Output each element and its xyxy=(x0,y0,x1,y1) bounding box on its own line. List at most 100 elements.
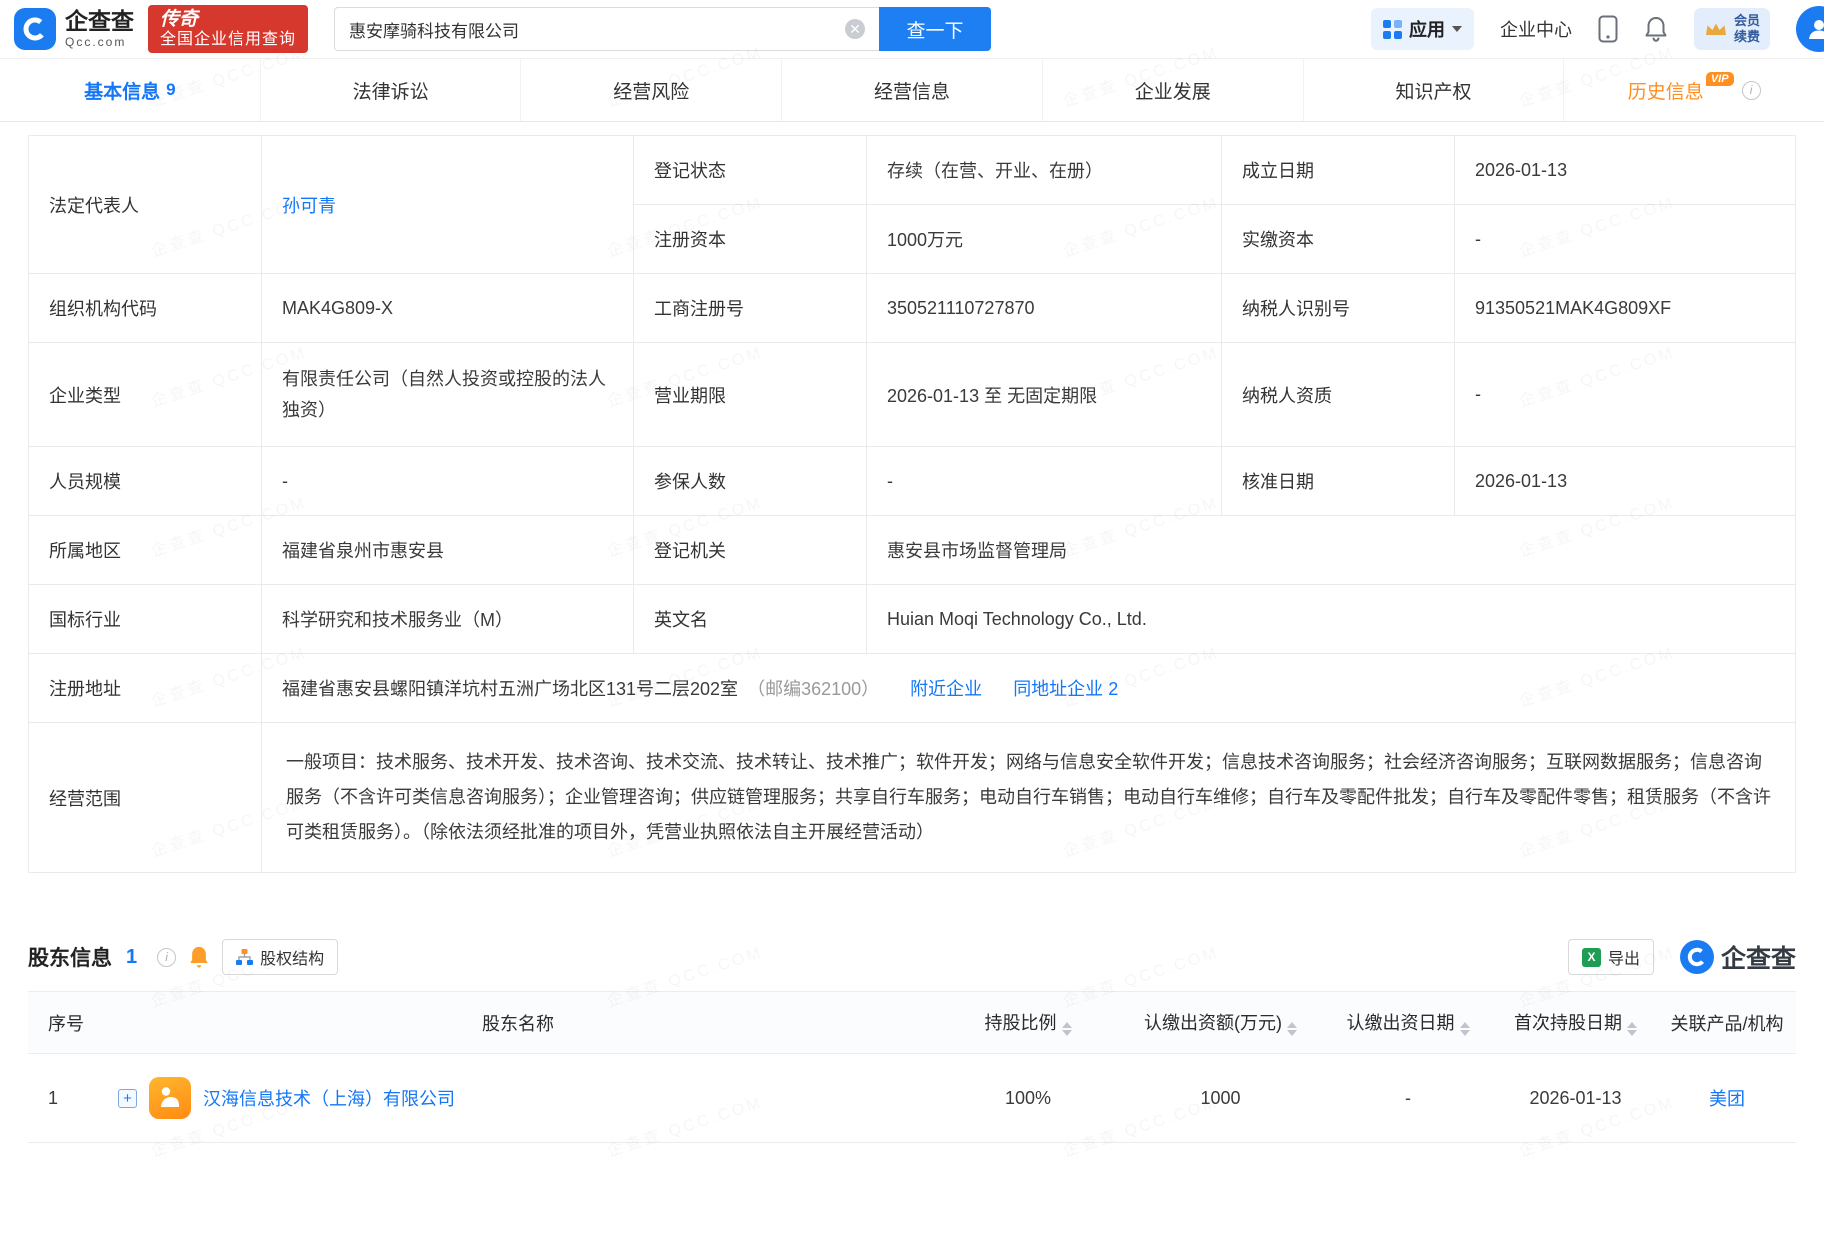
col-ratio[interactable]: 持股比例 xyxy=(938,992,1118,1054)
address-value: 福建省惠安县螺阳镇洋坑村五洲广场北区131号二层202室 （邮编362100） … xyxy=(262,654,1796,723)
table-row: 所属地区 福建省泉州市惠安县 登记机关 惠安县市场监督管理局 xyxy=(29,516,1796,585)
equity-structure-button[interactable]: 股权结构 xyxy=(222,939,338,975)
tab-basic-info-count: 9 xyxy=(166,80,175,100)
col-shareholder-name: 股东名称 xyxy=(98,992,938,1054)
shareholders-count: 1 xyxy=(126,946,137,969)
legal-rep-label: 法定代表人 xyxy=(29,136,262,274)
sort-icon[interactable] xyxy=(1627,1022,1637,1036)
table-row: 组织机构代码 MAK4G809-X 工商注册号 350521110727870 … xyxy=(29,274,1796,343)
english-name-value: Huian Moqi Technology Co., Ltd. xyxy=(867,585,1796,654)
org-code-label: 组织机构代码 xyxy=(29,274,262,343)
equity-structure-label: 股权结构 xyxy=(260,945,324,969)
excel-icon: X xyxy=(1582,948,1601,967)
shareholders-info-icon[interactable]: i xyxy=(157,948,176,967)
reg-status-label: 登记状态 xyxy=(634,136,867,205)
apps-menu[interactable]: 应用 xyxy=(1371,8,1474,50)
reg-capital-label: 注册资本 xyxy=(634,205,867,274)
vip-renew-button[interactable]: 会员 续费 xyxy=(1694,8,1770,49)
biz-reg-no-value: 350521110727870 xyxy=(867,274,1222,343)
taxpayer-id-value: 91350521MAK4G809XF xyxy=(1455,274,1796,343)
enterprise-center-link[interactable]: 企业中心 xyxy=(1500,16,1572,42)
qcc-watermark-logo: 企查查 xyxy=(1680,939,1796,975)
tab-operation-risk[interactable]: 经营风险 xyxy=(520,59,781,121)
tab-basic-info[interactable]: 基本信息 9 xyxy=(0,59,260,121)
tab-legal-litigation[interactable]: 法律诉讼 xyxy=(260,59,521,121)
export-label: 导出 xyxy=(1608,945,1640,969)
biz-reg-no-label: 工商注册号 xyxy=(634,274,867,343)
shareholders-table: 序号 股东名称 持股比例 认缴出资额(万元) 认缴出资日期 首次持股日期 关联产… xyxy=(28,991,1796,1143)
company-type-value: 有限责任公司（自然人投资或控股的法人独资） xyxy=(262,343,634,447)
qcc-logo-icon xyxy=(14,8,56,50)
taxpayer-id-label: 纳税人识别号 xyxy=(1222,274,1455,343)
reg-capital-value: 1000万元 xyxy=(867,205,1222,274)
shareholder-name-link[interactable]: 汉海信息技术（上海）有限公司 xyxy=(203,1085,455,1111)
expand-row-icon[interactable]: + xyxy=(118,1089,137,1108)
history-info-icon[interactable]: i xyxy=(1742,81,1761,100)
clear-search-icon[interactable]: ✕ xyxy=(845,19,865,39)
insured-count-value: - xyxy=(867,447,1222,516)
paid-capital-value: - xyxy=(1455,205,1796,274)
table-row: 法定代表人 孙可青 登记状态 存续（在营、开业、在册） 成立日期 2026-01… xyxy=(29,136,1796,205)
biz-scope-value: 一般项目：技术服务、技术开发、技术咨询、技术交流、技术转让、技术推广；软件开发；… xyxy=(262,723,1796,873)
taxpayer-qual-value: - xyxy=(1455,343,1796,447)
est-date-value: 2026-01-13 xyxy=(1455,136,1796,205)
tab-operation-info[interactable]: 经营信息 xyxy=(781,59,1042,121)
reg-status-value: 存续（在营、开业、在册） xyxy=(867,136,1222,205)
shareholder-date: - xyxy=(1323,1054,1493,1143)
address-label: 注册地址 xyxy=(29,654,262,723)
col-first-holding-date[interactable]: 首次持股日期 xyxy=(1493,992,1658,1054)
tab-company-development[interactable]: 企业发展 xyxy=(1042,59,1303,121)
export-button[interactable]: X 导出 xyxy=(1568,939,1654,975)
shareholders-title: 股东信息 xyxy=(28,942,112,972)
insured-count-label: 参保人数 xyxy=(634,447,867,516)
vip-line1: 会员 xyxy=(1734,13,1760,29)
col-subscribed-date[interactable]: 认缴出资日期 xyxy=(1323,992,1493,1054)
sort-icon[interactable] xyxy=(1062,1022,1072,1036)
table-row: 企业类型 有限责任公司（自然人投资或控股的法人独资） 营业期限 2026-01-… xyxy=(29,343,1796,447)
org-code-value: MAK4G809-X xyxy=(262,274,634,343)
legal-rep-link[interactable]: 孙可青 xyxy=(282,196,336,216)
same-address-companies-link[interactable]: 同地址企业 2 xyxy=(1013,679,1118,699)
qcc-brand-text: 企查查 xyxy=(1721,939,1796,975)
search-button[interactable]: 查一下 xyxy=(879,7,991,51)
shareholders-table-header-row: 序号 股东名称 持股比例 认缴出资额(万元) 认缴出资日期 首次持股日期 关联产… xyxy=(28,992,1796,1054)
related-product-link[interactable]: 美团 xyxy=(1709,1089,1745,1109)
brand-badge-line2: 全国企业信用查询 xyxy=(160,31,296,49)
top-header: 企查查 Qcc.com 传奇 全国企业信用查询 ✕ 查一下 应用 企业中心 xyxy=(0,0,1824,58)
shareholder-ratio: 100% xyxy=(938,1054,1118,1143)
approval-date-label: 核准日期 xyxy=(1222,447,1455,516)
col-subscribed-amount[interactable]: 认缴出资额(万元) xyxy=(1118,992,1323,1054)
customer-service-avatar[interactable] xyxy=(1796,6,1824,52)
qcc-logo[interactable]: 企查查 Qcc.com xyxy=(14,8,134,50)
company-type-label: 企业类型 xyxy=(29,343,262,447)
col-serial: 序号 xyxy=(28,992,98,1054)
brand-badge-line1: 传奇 xyxy=(160,9,296,31)
biz-scope-label: 经营范围 xyxy=(29,723,262,873)
mobile-app-icon[interactable] xyxy=(1598,15,1618,43)
logo-domain: Qcc.com xyxy=(65,35,134,49)
shareholder-amount: 1000 xyxy=(1118,1054,1323,1143)
qcc-brand-icon xyxy=(1680,940,1714,974)
shareholders-alert-bell-icon[interactable] xyxy=(188,945,210,969)
paid-capital-label: 实缴资本 xyxy=(1222,205,1455,274)
org-chart-icon xyxy=(236,949,253,966)
crown-icon xyxy=(1704,21,1728,38)
table-row: 经营范围 一般项目：技术服务、技术开发、技术咨询、技术交流、技术转让、技术推广；… xyxy=(29,723,1796,873)
header-right: 应用 企业中心 会员 续费 xyxy=(1371,6,1824,52)
search-input[interactable] xyxy=(334,7,879,51)
biz-term-value: 2026-01-13 至 无固定期限 xyxy=(867,343,1222,447)
tab-intellectual-property[interactable]: 知识产权 xyxy=(1303,59,1564,121)
staff-size-value: - xyxy=(262,447,634,516)
tab-history-info[interactable]: 历史信息 VIP i xyxy=(1563,59,1824,121)
nearby-companies-link[interactable]: 附近企业 xyxy=(910,679,982,699)
address-text: 福建省惠安县螺阳镇洋坑村五洲广场北区131号二层202室 xyxy=(282,679,738,699)
sort-icon[interactable] xyxy=(1460,1022,1470,1036)
company-tabs: 基本信息 9 法律诉讼 经营风险 经营信息 企业发展 知识产权 历史信息 VIP… xyxy=(0,58,1824,122)
notification-bell-icon[interactable] xyxy=(1644,16,1668,42)
vip-tag: VIP xyxy=(1706,72,1734,86)
sort-icon[interactable] xyxy=(1287,1022,1297,1036)
shareholders-toolbar: X 导出 企查查 xyxy=(1568,939,1796,975)
meituan-logo-icon xyxy=(149,1077,191,1119)
brand-badge: 传奇 全国企业信用查询 xyxy=(148,5,308,53)
col-related-product: 关联产品/机构 xyxy=(1658,992,1796,1054)
